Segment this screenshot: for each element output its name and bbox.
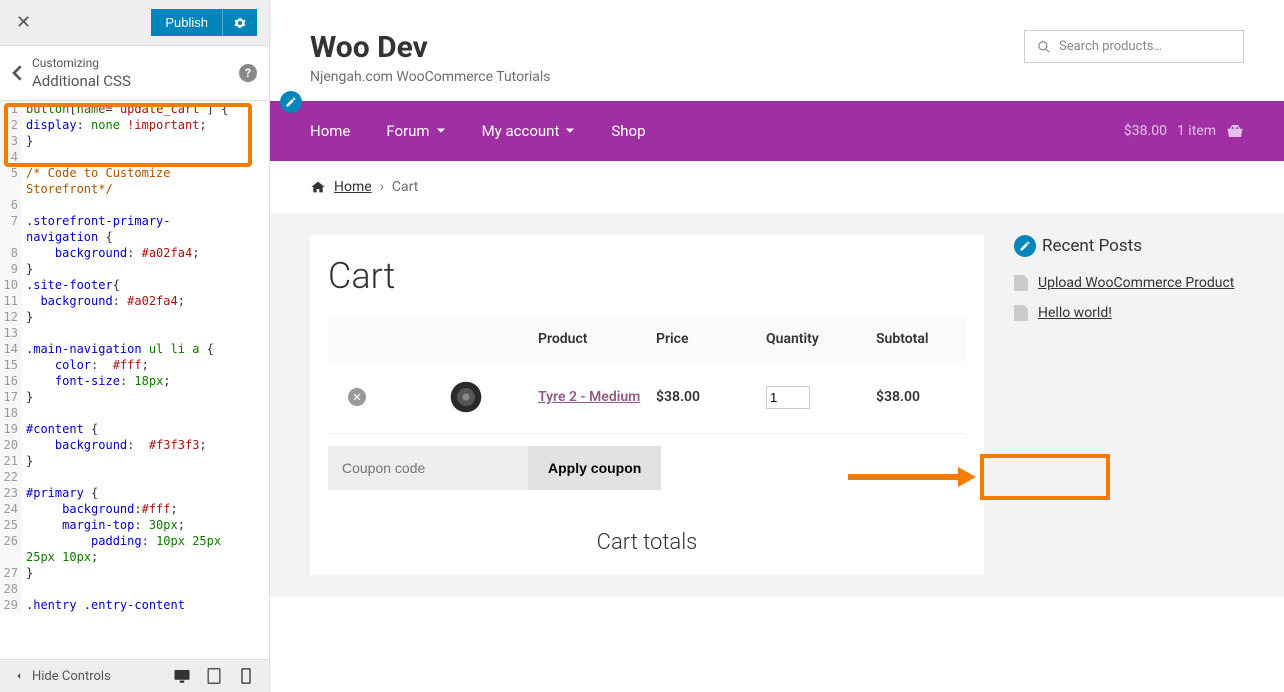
cart-table-header: Product Price Quantity Subtotal xyxy=(328,317,966,361)
collapse-icon xyxy=(12,669,26,683)
css-editor[interactable]: 1button[name='update_cart'] {2display: n… xyxy=(0,101,269,659)
site-tagline: Njengah.com WooCommerce Tutorials xyxy=(310,69,551,85)
breadcrumb-current: Cart xyxy=(392,179,418,195)
mobile-icon xyxy=(241,668,251,684)
document-icon xyxy=(1014,305,1028,321)
basket-icon xyxy=(1226,123,1244,139)
chevron-left-icon xyxy=(12,65,24,81)
list-item: Hello world! xyxy=(1014,305,1244,321)
customizer-topbar: ✕ Publish xyxy=(0,0,269,46)
breadcrumb-separator: › xyxy=(380,179,384,195)
primary-navigation: Home Forum My account Shop $38.00 1 item xyxy=(270,101,1284,161)
product-link[interactable]: Tyre 2 - Medium xyxy=(538,389,640,405)
item-price: $38.00 xyxy=(656,389,700,405)
desktop-icon xyxy=(173,668,191,684)
customizing-label: Customizing xyxy=(32,56,239,70)
quantity-stepper[interactable] xyxy=(766,386,810,409)
publish-settings-button[interactable] xyxy=(222,9,257,36)
nav-cart-summary[interactable]: $38.00 1 item xyxy=(1124,123,1244,139)
customizer-sidebar: ✕ Publish Customizing Additional CSS ? 1… xyxy=(0,0,270,692)
tablet-preview-button[interactable] xyxy=(207,668,223,684)
page-title: Cart xyxy=(328,255,966,297)
site-header: Woo Dev Njengah.com WooCommerce Tutorial… xyxy=(270,0,1284,101)
nav-forum[interactable]: Forum xyxy=(386,122,445,140)
gear-icon xyxy=(233,16,247,30)
nav-home[interactable]: Home xyxy=(310,122,350,140)
list-item: Upload WooCommerce Product xyxy=(1014,275,1244,291)
close-icon[interactable]: ✕ xyxy=(12,8,35,37)
hide-controls-button[interactable]: Hide Controls xyxy=(12,669,111,684)
widget-title: Recent Posts xyxy=(1014,235,1244,257)
coupon-input[interactable] xyxy=(328,446,528,490)
annotation-empty-box xyxy=(980,454,1110,500)
nav-shop[interactable]: Shop xyxy=(611,122,645,140)
item-subtotal: $38.00 xyxy=(876,389,920,405)
main-content: Cart Product Price Quantity Subtotal ✕ xyxy=(310,235,984,575)
section-title: Additional CSS xyxy=(32,72,239,90)
search-icon xyxy=(1037,40,1051,54)
remove-item-button[interactable]: ✕ xyxy=(348,388,366,406)
customizer-breadcrumb: Customizing Additional CSS ? xyxy=(0,46,269,101)
cart-totals-heading: Cart totals xyxy=(328,530,966,555)
desktop-preview-button[interactable] xyxy=(173,668,189,684)
product-thumbnail[interactable] xyxy=(448,379,484,415)
help-icon[interactable]: ? xyxy=(239,64,257,82)
pencil-icon xyxy=(1019,240,1031,252)
annotation-arrow xyxy=(848,454,1110,500)
breadcrumb-home[interactable]: Home xyxy=(334,179,372,195)
home-icon xyxy=(310,180,326,194)
document-icon xyxy=(1014,275,1028,291)
sidebar-widgets: Recent Posts Upload WooCommerce Product … xyxy=(1014,235,1244,575)
post-link[interactable]: Hello world! xyxy=(1038,305,1112,321)
chevron-down-icon xyxy=(565,126,575,136)
search-input[interactable]: Search products… xyxy=(1024,30,1244,63)
customizer-bottombar: Hide Controls xyxy=(0,659,269,692)
edit-shortcut-widget[interactable] xyxy=(1014,235,1036,257)
chevron-down-icon xyxy=(436,126,446,136)
publish-button[interactable]: Publish xyxy=(151,9,222,36)
post-link[interactable]: Upload WooCommerce Product xyxy=(1038,275,1234,291)
pencil-icon xyxy=(285,96,297,108)
edit-shortcut-nav[interactable] xyxy=(280,91,302,113)
cart-actions: Apply coupon xyxy=(328,446,966,490)
mobile-preview-button[interactable] xyxy=(241,668,257,684)
cart-table: Product Price Quantity Subtotal ✕ Tyre 2… xyxy=(328,317,966,434)
tablet-icon xyxy=(207,668,221,684)
apply-coupon-button[interactable]: Apply coupon xyxy=(528,446,661,490)
back-button[interactable] xyxy=(12,65,32,81)
breadcrumb: Home › Cart xyxy=(270,161,1284,213)
site-title[interactable]: Woo Dev xyxy=(310,30,551,65)
site-preview: Woo Dev Njengah.com WooCommerce Tutorial… xyxy=(270,0,1284,692)
cart-row: ✕ Tyre 2 - Medium $38.00 $38.00 xyxy=(328,361,966,434)
nav-account[interactable]: My account xyxy=(482,122,576,140)
